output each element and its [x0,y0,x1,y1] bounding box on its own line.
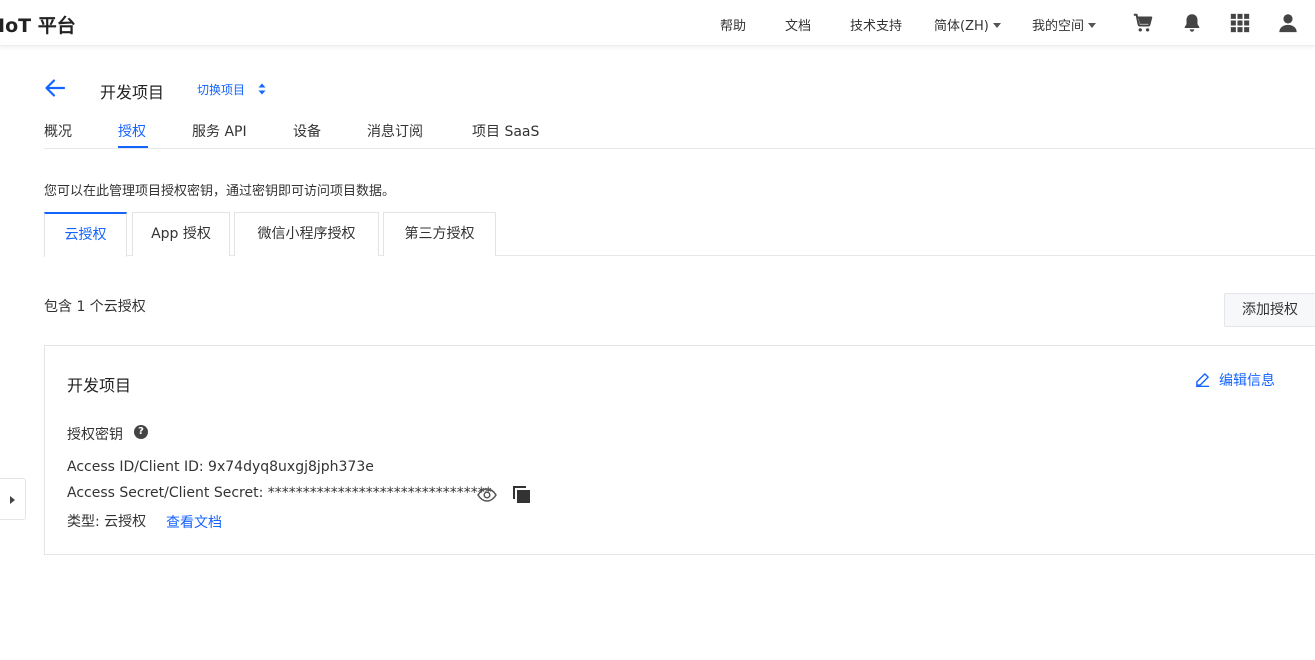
user-icon[interactable] [1277,12,1299,34]
top-bar: IoT 平台 帮助 文档 技术支持 简体(ZH) 我的空间 [0,0,1315,46]
tab-authorization[interactable]: 授权 [118,121,146,141]
add-auth-button[interactable]: 添加授权 [1224,293,1315,327]
access-id-line: Access ID/Client ID: 9x74dyq8uxgj8jph373… [67,459,374,475]
auth-type-line: 类型: 云授权 [67,514,147,530]
access-secret-line: Access Secret/Client Secret: ***********… [67,485,492,501]
auth-key-label: 授权密钥 [67,427,123,443]
tab-service-api[interactable]: 服务 API [192,121,247,141]
sidebar-toggle[interactable] [0,478,26,520]
auth-card: 开发项目 编辑信息 授权密钥 ? Access ID/Client ID: 9x… [44,345,1315,555]
auth-card-title: 开发项目 [67,376,132,395]
view-docs-link[interactable]: 查看文档 [166,512,222,532]
chevron-down-icon [1088,23,1097,28]
tab-third-party-auth[interactable]: 第三方授权 [383,212,496,256]
intro-text: 您可以在此管理项目授权密钥，通过密钥即可访问项目数据。 [44,184,396,199]
edit-icon[interactable] [1195,372,1210,387]
chevron-right-icon [10,496,15,504]
active-tab-indicator [118,146,148,148]
top-nav: 帮助 文档 技术支持 简体(ZH) 我的空间 [0,0,1315,46]
page-title: 开发项目 [100,83,165,102]
help-icon[interactable]: ? [134,425,148,439]
edit-info-button[interactable]: 编辑信息 [1219,370,1275,390]
language-label: 简体(ZH) [934,19,989,34]
chevron-down-icon [992,23,1001,28]
eye-icon[interactable] [477,488,497,502]
tab-overview[interactable]: 概况 [44,121,72,141]
sort-caret-icon[interactable] [258,83,266,95]
auth-type-tabs: 云授权 App 授权 微信小程序授权 第三方授权 [44,211,1315,257]
nav-language[interactable]: 简体(ZH) [934,15,1001,34]
tab-wechat-miniprogram-auth[interactable]: 微信小程序授权 [234,212,379,256]
nav-help[interactable]: 帮助 [720,15,746,34]
nav-docs[interactable]: 文档 [785,15,811,34]
back-arrow-icon[interactable] [44,78,66,98]
nav-my-space[interactable]: 我的空间 [1032,15,1097,34]
tab-project-saas[interactable]: 项目 SaaS [472,121,539,141]
tab-devices[interactable]: 设备 [293,121,321,141]
my-space-label: 我的空间 [1032,19,1085,34]
bell-icon[interactable] [1181,12,1203,34]
tab-cloud-auth[interactable]: 云授权 [44,212,127,257]
switch-project-link[interactable]: 切换项目 [197,81,245,98]
tab-message-subscription[interactable]: 消息订阅 [367,121,423,141]
main-tabs: 概况 授权 服务 API 设备 消息订阅 项目 SaaS [44,118,1315,149]
nav-support[interactable]: 技术支持 [850,15,902,34]
cart-icon[interactable] [1132,12,1154,34]
auth-count-text: 包含 1 个云授权 [44,299,146,315]
apps-grid-icon[interactable] [1229,12,1251,34]
tab-app-auth[interactable]: App 授权 [132,212,230,256]
copy-icon[interactable] [513,486,531,504]
